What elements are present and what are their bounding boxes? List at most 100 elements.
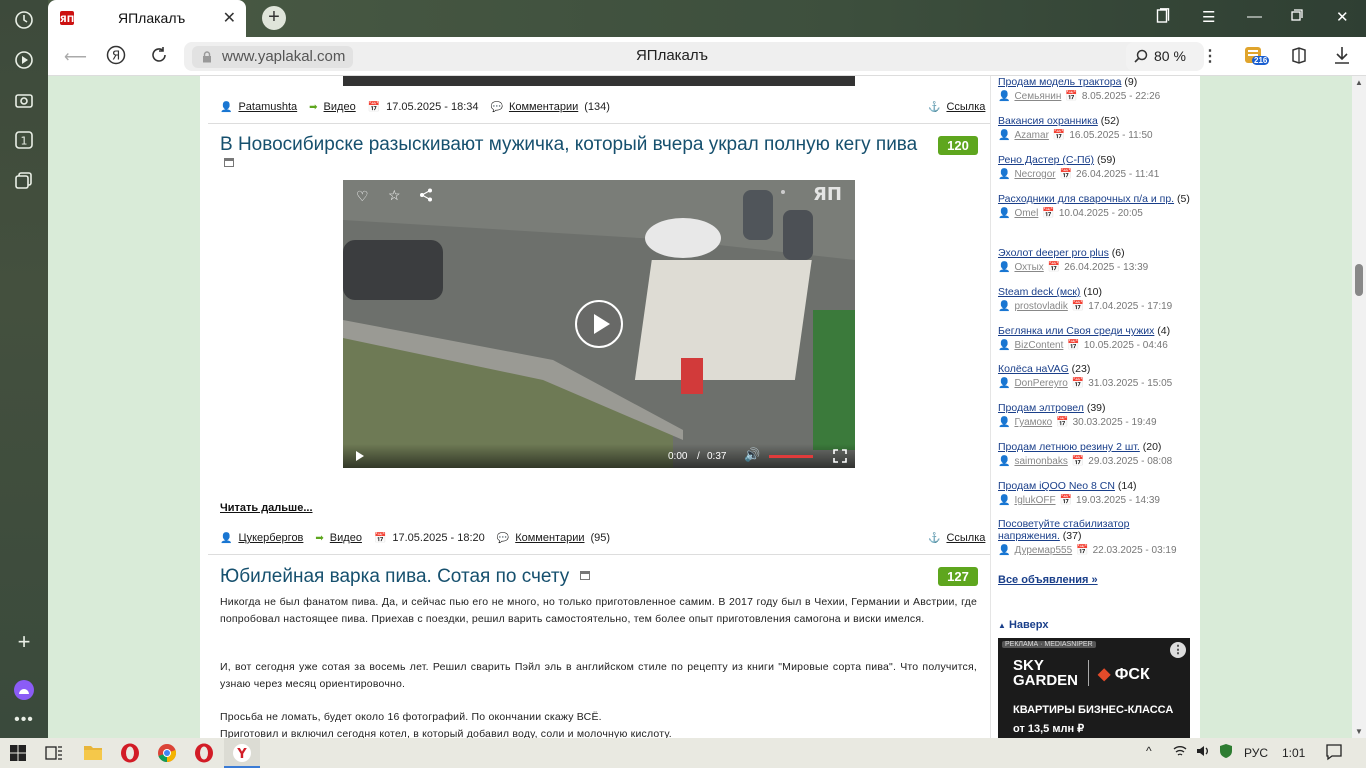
classified-user[interactable]: Охтых <box>1014 262 1043 273</box>
classified-item[interactable]: Эхолот deeper pro plus (6) 👤 Охтых 📅 26.04.2… <box>998 247 1190 273</box>
all-ads-link[interactable]: Все объявления » <box>998 574 1098 586</box>
yandex-browser-taskbar-button[interactable]: Y <box>224 738 260 768</box>
menu-icon[interactable]: ☰ <box>1202 8 1215 26</box>
category-link[interactable]: Видео <box>330 532 362 544</box>
classified-user[interactable]: IglukOFF <box>1014 495 1055 506</box>
file-explorer-icon[interactable] <box>83 743 103 764</box>
classified-title[interactable]: Вакансия охранника <box>998 115 1098 127</box>
tray-expand-icon[interactable]: ^ <box>1146 744 1152 758</box>
classified-title[interactable]: Рено Дастер (С-Пб) <box>998 154 1094 166</box>
page-menu-icon[interactable]: ⋮ <box>1202 46 1218 66</box>
alice-icon[interactable] <box>10 676 38 704</box>
classified-user[interactable]: Дуремар555 <box>1014 545 1072 556</box>
speaker-icon[interactable] <box>1195 743 1211 762</box>
chrome-icon[interactable] <box>157 743 177 766</box>
post-title-text[interactable]: В Новосибирске разыскивают мужичка, кото… <box>220 134 917 155</box>
video-icon[interactable] <box>10 46 38 74</box>
classified-user[interactable]: Семьянин <box>1014 91 1061 102</box>
classified-user[interactable]: prostovladik <box>1014 301 1067 312</box>
classified-user[interactable]: Necrogor <box>1014 169 1055 180</box>
wifi-icon[interactable] <box>1172 743 1188 762</box>
new-window-icon[interactable] <box>224 158 234 167</box>
read-more-link[interactable]: Читать дальше... <box>220 502 313 514</box>
post-title[interactable]: Юбилейная варка пива. Сотая по счету <box>220 566 569 588</box>
classified-item[interactable]: Продам модель трактора (9) 👤 Семьянин 📅 8.05… <box>998 76 1190 102</box>
classified-title[interactable]: Колёса наVAG <box>998 363 1069 375</box>
downloads-panel-icon[interactable]: 216 <box>1244 44 1270 73</box>
clock[interactable]: 1:01 <box>1282 746 1305 760</box>
back-icon[interactable]: ⟵ <box>64 47 87 67</box>
classified-item[interactable]: Расходники для сварочных п/а и пр. (5) 👤 O… <box>998 193 1190 219</box>
classified-item[interactable]: Steam deck (мск) (10) 👤 prostovladik 📅 17.04… <box>998 286 1190 312</box>
classified-item[interactable]: Продам iQOO Neo 8 CN (14) 👤 IglukOFF 📅 19.03… <box>998 480 1190 506</box>
active-tab[interactable]: ЯП ЯПлакалъ ✕ <box>48 0 246 37</box>
classified-item[interactable]: Посоветуйте стабилизатор напряжения. (37… <box>998 518 1190 556</box>
favorite-icon[interactable]: ☆ <box>388 187 401 204</box>
close-window-icon[interactable]: ✕ <box>1336 8 1349 26</box>
small-play-icon[interactable] <box>355 450 365 462</box>
classified-title[interactable]: Расходники для сварочных п/а и пр. <box>998 193 1174 205</box>
classified-item[interactable]: Продам летнюю резину 2 шт. (20) 👤 saimonba… <box>998 441 1190 467</box>
number-one-icon[interactable]: 1 <box>10 126 38 154</box>
tab-close-icon[interactable]: ✕ <box>223 8 236 28</box>
category-link[interactable]: Видео <box>324 101 356 113</box>
classified-title[interactable]: Беглянка или Своя среди чужих <box>998 325 1154 337</box>
scroll-down-icon[interactable]: ▼ <box>1355 727 1363 736</box>
classified-item[interactable]: Вакансия охранника (52) 👤 Azamar 📅 16.05.202… <box>998 115 1190 141</box>
post-title[interactable]: В Новосибирске разыскивают мужичка, кото… <box>220 134 917 156</box>
keyboard-language[interactable]: РУС <box>1244 746 1268 760</box>
ad-banner[interactable]: РЕКЛАМА · MEDIASNIPER ⋮ SKY GARDEN ◆ ФСК… <box>998 638 1190 738</box>
volume-icon[interactable]: 🔊 <box>744 447 760 463</box>
ad-menu-icon[interactable]: ⋮ <box>1170 642 1186 658</box>
classified-user[interactable]: Гуамоко <box>1014 417 1052 428</box>
more-icon[interactable]: ••• <box>10 706 38 734</box>
opera-icon-2[interactable] <box>194 743 214 766</box>
to-top-link[interactable]: ▲ Наверх <box>998 619 1048 631</box>
permalink-label[interactable]: Ссылка <box>946 532 985 544</box>
url-field[interactable]: www.yaplakal.com ЯПлакалъ <box>184 42 1160 71</box>
video-player[interactable]: ♡ ☆ ЯП 0:00 / 0:37 🔊 <box>343 180 855 468</box>
classified-user[interactable]: BizContent <box>1014 340 1063 351</box>
zoom-indicator[interactable]: 80 % <box>1126 42 1204 71</box>
author-link[interactable]: Цукербергов <box>238 532 303 544</box>
reload-icon[interactable] <box>150 46 168 69</box>
to-top-label[interactable]: Наверх <box>1009 619 1049 631</box>
author-link[interactable]: Patamushta <box>238 101 297 113</box>
notifications-icon[interactable] <box>1325 743 1343 764</box>
history-icon[interactable] <box>10 6 38 34</box>
classified-user[interactable]: DonPereyro <box>1014 378 1067 389</box>
scrollbar-thumb[interactable] <box>1355 264 1363 296</box>
classified-item[interactable]: Колёса наVAG (23) 👤 DonPereyro 📅 31.03.2025 … <box>998 363 1190 389</box>
classified-title[interactable]: Продам летнюю резину 2 шт. <box>998 441 1140 453</box>
classified-title[interactable]: Эхолот deeper pro plus <box>998 247 1109 259</box>
comments-link[interactable]: Комментарии <box>509 101 578 113</box>
permalink[interactable]: ⚓ Ссылка <box>928 99 985 115</box>
classified-item[interactable]: Рено Дастер (С-Пб) (59) 👤 Necrogor 📅 26.04.2… <box>998 154 1190 180</box>
bookmarks-window-icon[interactable] <box>1156 8 1170 28</box>
classified-title[interactable]: Steam deck (мск) <box>998 286 1080 298</box>
windows-start-icon[interactable] <box>10 745 26 764</box>
play-button[interactable] <box>575 300 623 348</box>
page-scrollbar[interactable]: ▲ ▼ <box>1352 76 1366 738</box>
classified-user[interactable]: Azamar <box>1014 130 1048 141</box>
security-icon[interactable] <box>1218 743 1234 762</box>
screenshot-icon[interactable] <box>10 86 38 114</box>
classified-title[interactable]: Продам элтровел <box>998 402 1084 414</box>
previous-video-player[interactable] <box>343 76 855 86</box>
classified-title[interactable]: Продам модель трактора <box>998 76 1121 88</box>
scroll-up-icon[interactable]: ▲ <box>1355 78 1363 87</box>
post-title-text[interactable]: Юбилейная варка пива. Сотая по счету <box>220 566 569 587</box>
classified-item[interactable]: Беглянка или Своя среди чужих (4) 👤 BizCon… <box>998 325 1190 351</box>
task-view-icon[interactable] <box>45 744 63 765</box>
opera-icon[interactable] <box>120 743 140 766</box>
reader-icon[interactable] <box>1290 46 1308 69</box>
comments-link[interactable]: Комментарии <box>515 532 584 544</box>
like-icon[interactable]: ♡ <box>356 188 369 205</box>
classified-user[interactable]: Omel <box>1014 208 1038 219</box>
minimize-icon[interactable]: — <box>1247 8 1262 25</box>
permalink[interactable]: ⚓ Ссылка <box>928 530 985 546</box>
classified-item[interactable]: Продам элтровел (39) 👤 Гуамоко 📅 30.03.2025 … <box>998 402 1190 428</box>
classified-user[interactable]: saimonbaks <box>1014 456 1067 467</box>
new-window-icon[interactable] <box>580 571 590 580</box>
classified-title[interactable]: Продам iQOO Neo 8 CN <box>998 480 1115 492</box>
